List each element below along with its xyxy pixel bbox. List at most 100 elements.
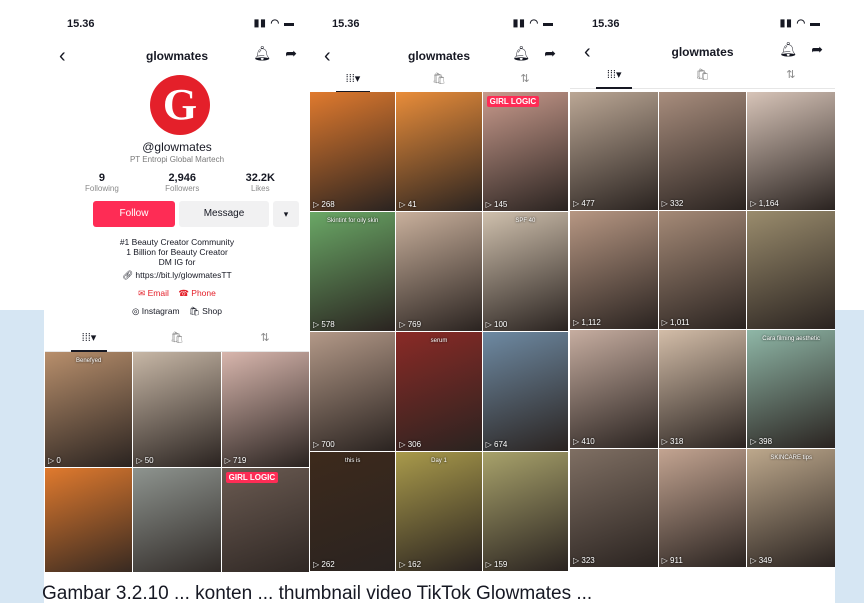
play-icon: ▷ [399, 320, 408, 329]
video-thumbnail[interactable]: Day 1 ▷ 162 [396, 452, 482, 571]
video-thumbnail[interactable]: SKINCARE tips ▷ 349 [747, 449, 835, 567]
tab-shop[interactable]: 🛍 [396, 70, 482, 92]
bio-link[interactable]: 🔗︎ https://bit.ly/glowmatesTT [45, 270, 309, 281]
play-icon: ▷ [136, 456, 145, 465]
stat-followers[interactable]: 2,946 Followers [165, 172, 199, 193]
social-row: ◎ Instagram 🛍︎ Shop [45, 306, 309, 317]
status-icons: ▮▮ ◠ ▬ [512, 18, 554, 29]
status-bar: 15.36 ▮▮ ◠ ▬ [570, 0, 835, 36]
video-thumbnail[interactable]: ▷ 1,112 [570, 211, 658, 329]
message-button[interactable]: Message [179, 201, 269, 227]
email-link[interactable]: ✉ Email [138, 288, 169, 298]
thumbnail-caption: Skintint for oily skin [326, 218, 379, 224]
bell-icon[interactable]: 🔔︎ [253, 45, 271, 62]
view-count: ▷ 1,112 [573, 318, 601, 327]
video-thumbnail[interactable]: SPF 40 ▷ 100 [482, 212, 568, 331]
tab-shop[interactable]: 🛍 [133, 329, 221, 351]
play-icon: ▷ [750, 199, 759, 208]
tab-videos[interactable]: ⁞⁞⁞▾ [570, 66, 658, 89]
video-thumbnail[interactable]: ▷ 410 [570, 330, 658, 448]
video-thumbnail[interactable] [45, 468, 133, 572]
profile-tabs: ⁞⁞⁞▾ 🛍 ⇅ [45, 329, 309, 352]
status-time: 15.36 [332, 18, 360, 30]
view-count: ▷ 674 [485, 440, 508, 449]
view-count: ▷ 398 [750, 437, 773, 446]
video-thumbnail[interactable]: ▷ 159 [482, 452, 568, 571]
tab-videos[interactable]: ⁞⁞⁞▾ [310, 70, 396, 93]
profile-tabs: ⁞⁞⁞▾ 🛍 ⇅ [310, 70, 568, 93]
video-thumbnail[interactable]: ▷ 674 [482, 332, 568, 451]
thumbnail-caption: Cara filming aesthetic [762, 336, 820, 342]
video-thumbnail[interactable]: GIRL LOGIC ▷ 145 [482, 92, 568, 211]
avatar[interactable]: G [150, 75, 210, 135]
share-icon[interactable]: ➦ [811, 41, 823, 58]
follow-button[interactable]: Follow [93, 201, 175, 227]
status-time: 15.36 [67, 18, 95, 30]
stat-following[interactable]: 9 Following [85, 172, 119, 193]
video-thumbnail[interactable]: ▷ 769 [396, 212, 482, 331]
tab-videos[interactable]: ⁞⁞⁞▾ [45, 329, 133, 352]
video-thumbnail[interactable]: ▷ 700 [310, 332, 396, 451]
video-thumbnail[interactable] [133, 468, 221, 572]
play-icon: ▷ [399, 200, 408, 209]
video-thumbnail[interactable]: ▷ 268 [310, 92, 396, 211]
video-thumbnail[interactable]: ▷ 1,011 [658, 211, 747, 329]
view-count: ▷ 162 [399, 560, 422, 569]
instagram-link[interactable]: ◎ Instagram [132, 306, 180, 316]
share-icon[interactable]: ➦ [544, 45, 556, 62]
view-count: ▷ 145 [485, 200, 508, 209]
video-thumbnail[interactable]: ▷ 719 [221, 352, 309, 467]
play-icon: ▷ [485, 320, 495, 329]
watermark-left [0, 310, 44, 603]
video-thumbnail[interactable]: ▷ 323 [570, 449, 658, 567]
video-thumbnail[interactable]: serum ▷ 306 [396, 332, 482, 451]
thumbnail-badge: GIRL LOGIC [486, 96, 540, 107]
phone-videos-screen-3: 15.36 ▮▮ ◠ ▬ ‹ glowmates 🔔︎ ➦ ⁞⁞⁞▾ 🛍 ⇅ ▷… [570, 0, 835, 572]
tab-reposts[interactable]: ⇅ [482, 70, 568, 92]
status-bar: 15.36 ▮▮ ◠ ▬ [310, 0, 568, 36]
play-icon: ▷ [750, 556, 759, 565]
view-count: ▷ 159 [485, 560, 508, 569]
play-icon: ▷ [485, 440, 495, 449]
video-thumbnail[interactable]: Benefyed ▷ 0 [45, 352, 133, 467]
share-icon[interactable]: ➦ [285, 45, 297, 62]
watermark-right [835, 310, 864, 603]
link-icon: 🔗︎ [122, 270, 136, 280]
view-count: ▷ 911 [661, 556, 683, 565]
view-count: ▷ 477 [573, 199, 595, 208]
thumbnail-caption: serum [430, 338, 448, 344]
view-count: ▷ 578 [313, 320, 335, 329]
video-thumbnail[interactable] [747, 211, 835, 329]
top-nav: ‹ glowmates 🔔︎ ➦ [45, 42, 309, 72]
video-thumbnail[interactable]: ▷ 318 [658, 330, 747, 448]
bell-icon[interactable]: 🔔︎ [779, 41, 797, 58]
video-thumbnail[interactable]: Skintint for oily skin ▷ 578 [310, 212, 396, 331]
profile-actions: Follow Message ▾ [93, 201, 301, 227]
view-count: ▷ 0 [48, 456, 61, 465]
play-icon: ▷ [485, 200, 495, 209]
video-thumbnail[interactable]: ▷ 477 [570, 92, 658, 210]
video-thumbnail[interactable]: ▷ 911 [658, 449, 747, 567]
video-thumbnail[interactable]: ▷ 41 [396, 92, 482, 211]
tab-reposts[interactable]: ⇅ [747, 66, 835, 88]
more-dropdown-button[interactable]: ▾ [273, 201, 299, 227]
phone-link[interactable]: ☎ Phone [178, 288, 216, 298]
tab-shop[interactable]: 🛍 [658, 66, 746, 88]
view-count: ▷ 700 [313, 440, 335, 449]
video-thumbnail[interactable]: ▷ 332 [658, 92, 747, 210]
play-icon: ▷ [661, 556, 671, 565]
video-thumbnail[interactable]: Cara filming aesthetic ▷ 398 [747, 330, 835, 448]
phone-videos-screen-2: 15.36 ▮▮ ◠ ▬ ‹ glowmates 🔔︎ ➦ ⁞⁞⁞▾ 🛍 ⇅ ▷… [310, 0, 568, 572]
video-thumbnail[interactable]: ▷ 1,164 [747, 92, 835, 210]
view-count: ▷ 100 [485, 320, 508, 329]
play-icon: ▷ [485, 560, 495, 569]
video-thumbnail[interactable]: GIRL LOGIC [221, 468, 309, 572]
bell-icon[interactable]: 🔔︎ [512, 45, 530, 62]
video-thumbnail[interactable]: ▷ 50 [133, 352, 221, 467]
video-thumbnail[interactable]: this is ▷ 262 [310, 452, 396, 571]
shop-link[interactable]: 🛍︎ Shop [189, 306, 222, 316]
tab-reposts[interactable]: ⇅ [221, 329, 309, 351]
status-icons: ▮▮ ◠ ▬ [253, 18, 295, 29]
play-icon: ▷ [661, 199, 671, 208]
video-grid: Benefyed ▷ 0 ▷ 50 ▷ 719 GIRL LOGIC [45, 352, 309, 572]
